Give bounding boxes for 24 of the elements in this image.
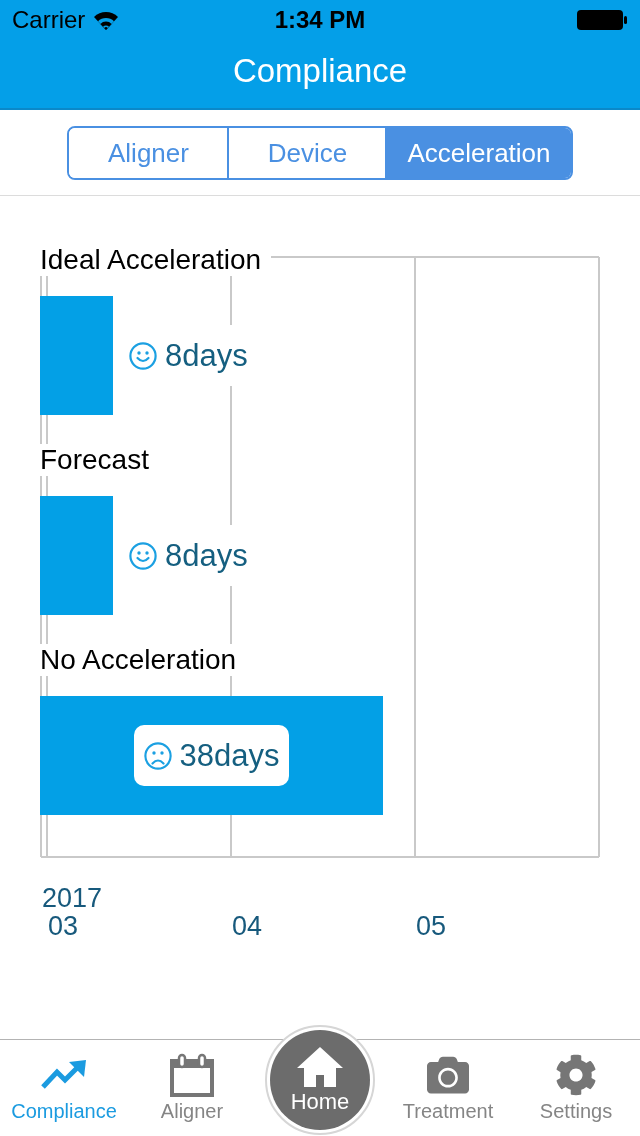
battery-icon [576, 9, 628, 31]
month-label: 05 [416, 910, 447, 942]
days-label: 38days [179, 737, 280, 774]
carrier-label: Carrier [12, 6, 86, 34]
calendar-icon [169, 1053, 215, 1097]
tab-bar-item[interactable]: Compliance [0, 1040, 128, 1136]
trend-up-icon [40, 1060, 88, 1090]
settings-icon [555, 1054, 597, 1096]
camera-icon [427, 1054, 469, 1096]
smiley-face-icon [129, 541, 157, 570]
tab-bar-item[interactable]: Treatment [384, 1040, 512, 1136]
segment-tab[interactable]: Acceleration [385, 127, 571, 178]
house-icon [297, 1047, 343, 1087]
days-label: 8days [165, 537, 248, 574]
home-button[interactable]: Home [265, 1025, 375, 1135]
wifi-icon [93, 10, 120, 30]
tab-bar-item[interactable]: Aligner [128, 1040, 256, 1136]
month-label: 04 [232, 910, 263, 942]
sad-face-icon [143, 741, 172, 770]
time-label: 1:34 PM [274, 6, 366, 34]
tab-bar-item[interactable]: Settings [512, 1040, 640, 1136]
days-label: 8days [165, 337, 248, 374]
smiley-face-icon [129, 341, 157, 370]
screen-title: Compliance [232, 51, 408, 91]
